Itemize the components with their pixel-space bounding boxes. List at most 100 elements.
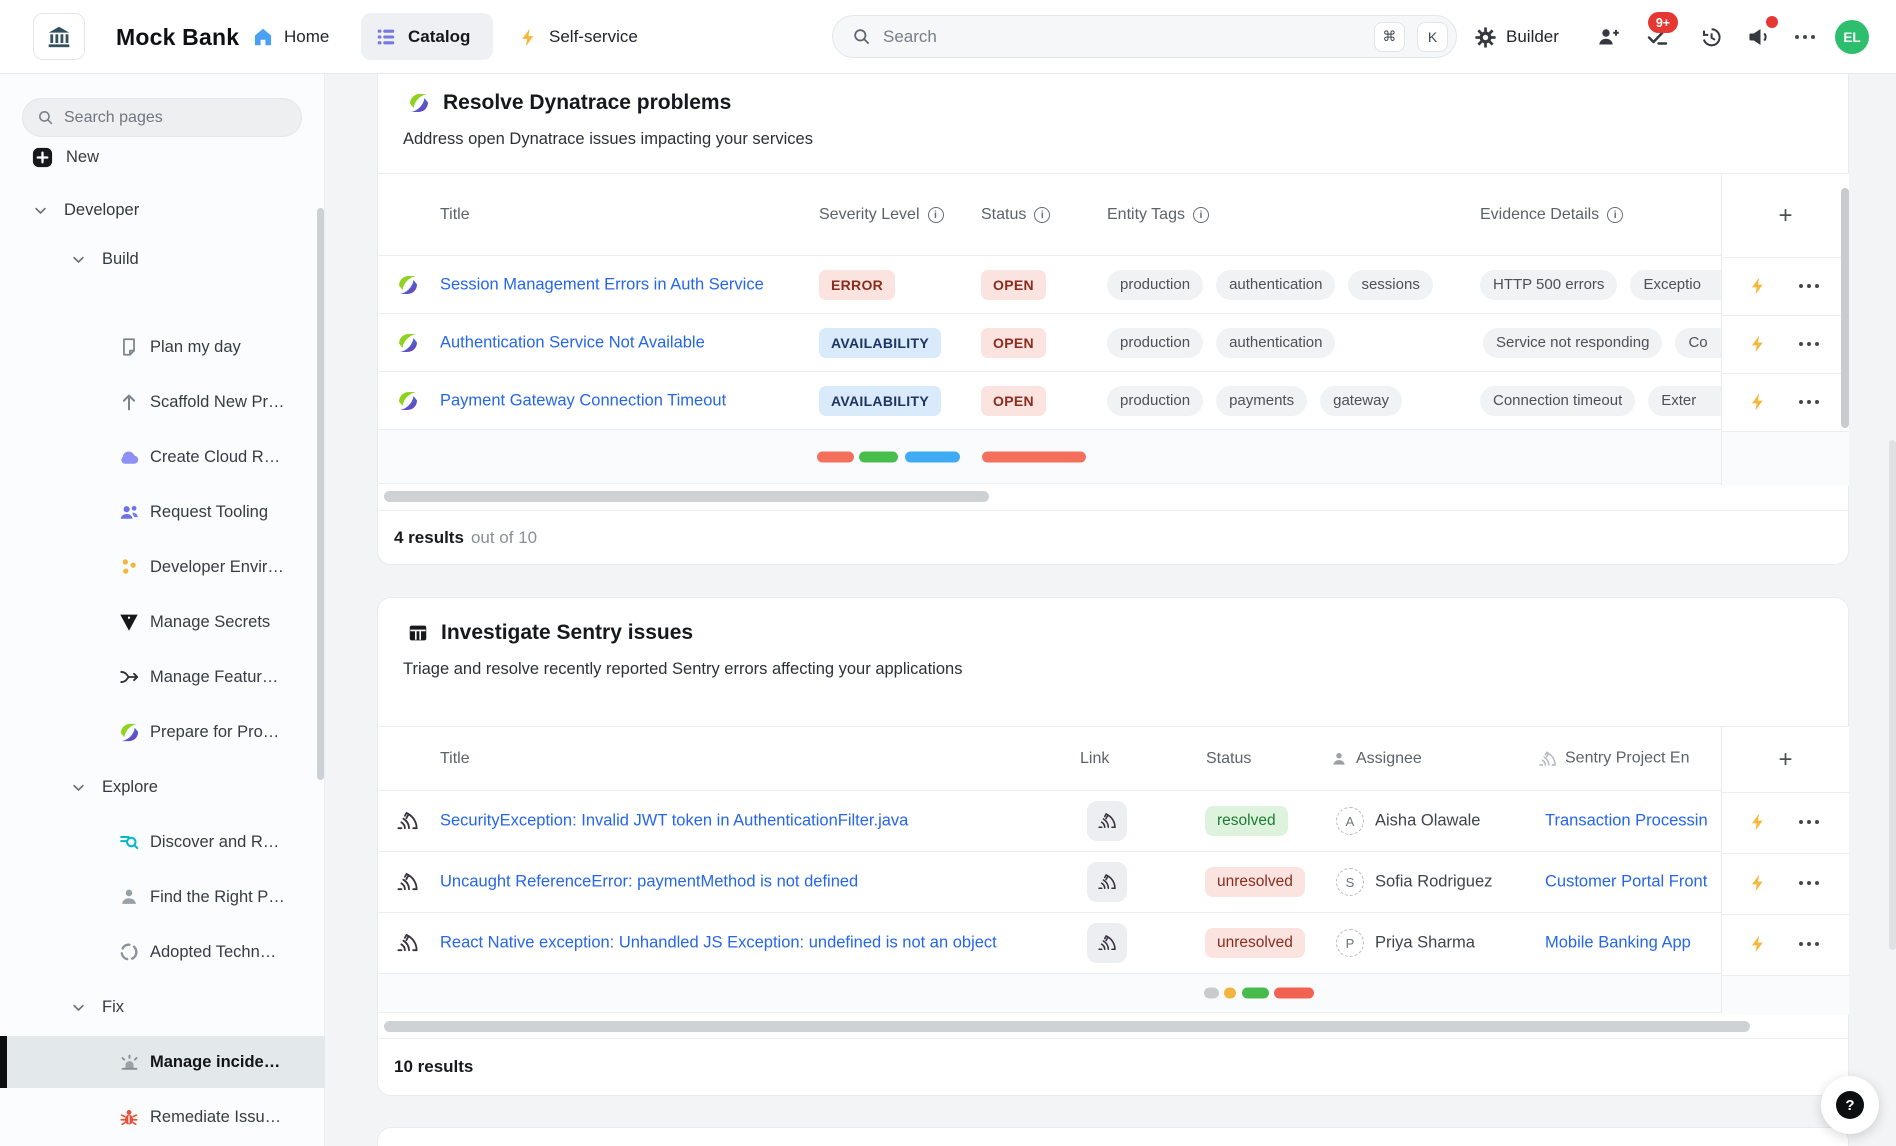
lightning-icon [518,27,539,48]
sidebar-item-adopted-technologies[interactable]: Adopted Techn… [0,926,325,978]
sidebar-group-explore[interactable]: Explore [0,761,325,813]
brand-title: Mock Bank [116,24,239,51]
note-icon [118,336,140,358]
preview-pill [1242,988,1269,999]
sidebar: New Developer Build Plan my day [0,74,325,1146]
severity-badge: AVAILABILITY [819,328,941,358]
sidebar-item-create-cloud-resource[interactable]: Create Cloud R… [0,431,325,483]
sidebar-group-fix[interactable]: Fix [0,981,325,1033]
chevron-down-icon [33,203,48,218]
announcements-button[interactable] [1747,0,1771,74]
sidebar-item-manage-incidents[interactable]: Manage incide… [0,1036,325,1088]
tag-chip: production [1107,328,1203,358]
sentry-link-button[interactable] [1087,862,1127,902]
table-horizontal-scrollbar[interactable] [384,1021,1750,1032]
sidebar-item-plan-my-day[interactable]: Plan my day [0,321,325,373]
row-title-link[interactable]: Uncaught ReferenceError: paymentMethod i… [440,873,858,892]
run-action-button[interactable] [1748,934,1768,954]
evidence-chips: HTTP 500 errors Exceptio [1480,270,1721,300]
row-menu-button[interactable] [1799,284,1819,288]
sidebar-item-manage-secrets[interactable]: Manage Secrets [0,596,325,648]
widget-subtitle: Address open Dynatrace issues impacting … [403,130,813,149]
sidebar-item-prepare-for-production[interactable]: Prepare for Pro… [0,706,325,758]
project-link[interactable]: Transaction Processin [1545,812,1708,831]
nav-home-label: Home [284,27,329,47]
sentry-link-button[interactable] [1087,923,1127,963]
assignee-avatar: A [1336,807,1364,835]
row-title-link[interactable]: Session Management Errors in Auth Servic… [440,275,764,294]
info-icon[interactable] [928,207,944,223]
sentry-icon [1538,749,1557,768]
tag-chip: payments [1216,386,1307,416]
topbar: Mock Bank Home Catalog Self-service ⌘ [0,0,1896,74]
run-action-button[interactable] [1748,392,1768,412]
nav-catalog[interactable]: Catalog [361,13,493,60]
preview-pill [817,451,854,462]
assignee-avatar: S [1336,868,1364,896]
sidebar-scrollbar[interactable] [317,208,324,780]
info-icon[interactable] [1193,207,1209,223]
row-title-link[interactable]: Payment Gateway Connection Timeout [440,391,726,410]
status-badge: resolved [1205,806,1288,836]
k-keycap: K [1417,22,1448,52]
table-header-row: Title Link Status Assignee Sentry Projec… [378,726,1721,791]
add-column-button[interactable]: + [1722,727,1849,792]
row-title-link[interactable]: Authentication Service Not Available [440,333,705,352]
invite-user-button[interactable] [1596,0,1620,74]
sidebar-item-developer-environments[interactable]: Developer Envir… [0,541,325,593]
row-menu-button[interactable] [1799,942,1819,946]
add-column-button[interactable]: + [1722,174,1849,257]
run-action-button[interactable] [1748,334,1768,354]
global-search[interactable]: ⌘ K [832,15,1457,58]
builder-button[interactable]: Builder [1474,0,1559,74]
brand-logo[interactable] [33,13,85,60]
row-menu-button[interactable] [1799,881,1819,885]
widget-title: Resolve Dynatrace problems [407,91,731,115]
sidebar-item-label: Discover and R… [150,833,279,852]
row-menu-button[interactable] [1799,400,1819,404]
sidebar-search-input[interactable] [64,109,287,127]
sidebar-group-build[interactable]: Build [0,233,325,285]
widget-title-text: Resolve Dynatrace problems [443,91,731,115]
user-avatar[interactable]: EL [1835,20,1869,54]
sentry-link-button[interactable] [1087,801,1127,841]
sidebar-item-manage-feature-flags[interactable]: Manage Featur… [0,651,325,703]
page-scrollbar[interactable] [1889,440,1896,950]
sidebar-item-scaffold-new-project[interactable]: Scaffold New Pr… [0,376,325,428]
nav-home[interactable]: Home [252,0,329,74]
help-button[interactable]: ? [1821,1076,1879,1134]
col-evidence: Evidence Details [1480,206,1623,224]
evidence-chip: Service not responding [1483,328,1662,358]
sidebar-group-developer[interactable]: Developer [0,184,325,236]
table-vertical-scrollbar[interactable] [1841,188,1849,428]
info-icon[interactable] [1034,207,1050,223]
row-title-link[interactable]: SecurityException: Invalid JWT token in … [440,812,908,831]
search-list-icon [118,831,140,853]
run-action-button[interactable] [1748,873,1768,893]
more-menu-button[interactable] [1795,0,1815,74]
search-input[interactable] [883,27,1362,47]
run-action-button[interactable] [1748,812,1768,832]
nav-self-service-label: Self-service [549,27,638,47]
nav-self-service[interactable]: Self-service [518,0,638,74]
home-icon [252,26,274,48]
row-menu-button[interactable] [1799,820,1819,824]
row-menu-button[interactable] [1799,342,1819,346]
run-action-button[interactable] [1748,276,1768,296]
tag-chip: gateway [1320,386,1402,416]
sidebar-item-new[interactable]: New [0,131,325,183]
table-columns-icon [407,622,429,644]
builder-label: Builder [1506,27,1559,47]
sidebar-item-request-tooling[interactable]: Request Tooling [0,486,325,538]
project-link[interactable]: Mobile Banking App [1545,934,1691,953]
row-title-link[interactable]: React Native exception: Unhandled JS Exc… [440,934,997,953]
info-icon[interactable] [1607,207,1623,223]
vault-icon [118,611,140,633]
sidebar-item-discover-and-research[interactable]: Discover and R… [0,816,325,868]
history-button[interactable] [1699,0,1723,74]
sidebar-item-label: Developer Envir… [150,558,284,577]
sidebar-item-remediate-issues[interactable]: Remediate Issu… [0,1091,325,1143]
project-link[interactable]: Customer Portal Front [1545,873,1707,892]
sidebar-item-find-the-right-person[interactable]: Find the Right P… [0,871,325,923]
table-horizontal-scrollbar[interactable] [384,491,989,502]
